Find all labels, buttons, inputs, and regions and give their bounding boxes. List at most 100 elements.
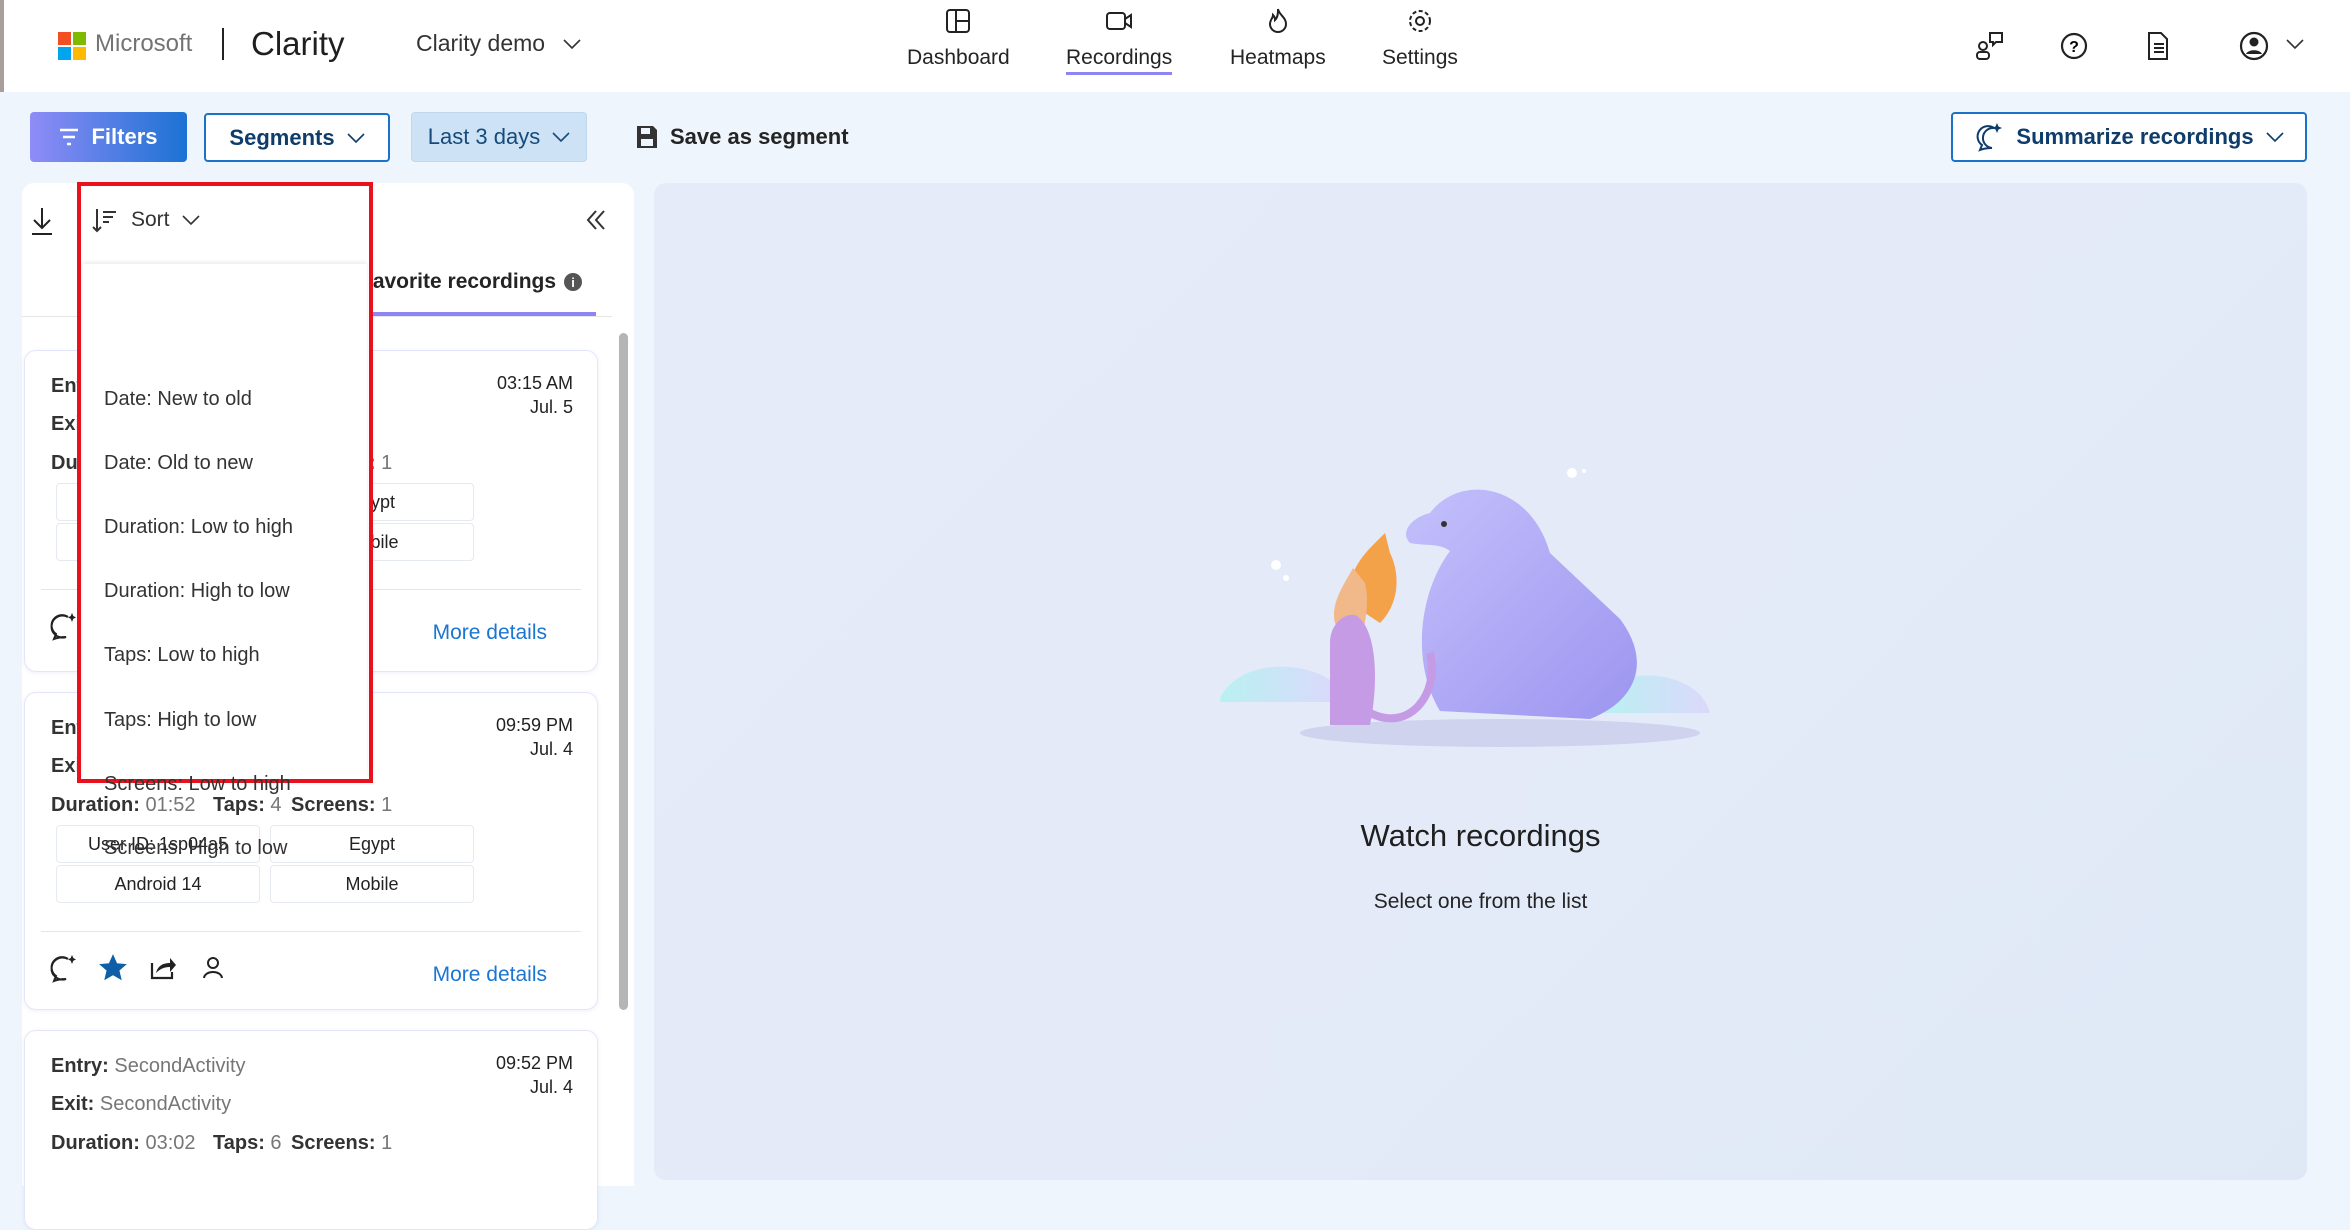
flame-icon xyxy=(1268,8,1287,33)
exit-value: SecondActivity xyxy=(99,1093,232,1115)
label: Entry: xyxy=(51,1055,109,1077)
nav-dashboard[interactable]: Dashboard xyxy=(907,6,1010,70)
label: Duration: xyxy=(51,1132,140,1154)
player-area xyxy=(654,183,2307,1180)
exit-line: Exit: SecondActivity xyxy=(51,1093,231,1116)
scrollbar[interactable] xyxy=(619,333,628,1010)
time: 09:59 PM xyxy=(495,715,573,735)
label: Taps: xyxy=(213,1132,265,1154)
recording-tag: Mobile xyxy=(270,865,474,903)
nav-label: Dashboard xyxy=(907,46,1010,69)
taps-line: Taps: 6 xyxy=(213,1132,282,1155)
date-range-label: Last 3 days xyxy=(427,124,541,149)
share-icon[interactable] xyxy=(148,953,178,983)
taps-value: 6 xyxy=(270,1132,282,1154)
duration-line: Duration: 01:52 xyxy=(51,794,196,817)
summarize-recordings-button[interactable]: Summarize recordings xyxy=(1951,112,2307,162)
recording-time: 03:15 AM Jul. 5 xyxy=(497,371,573,419)
empty-state-subtitle: Select one from the list xyxy=(1373,890,1588,913)
recording-card[interactable]: 09:52 PM Jul. 4 Entry: SecondActivity Exi… xyxy=(24,1030,598,1230)
chevron-down-icon xyxy=(347,132,365,143)
divider xyxy=(41,931,581,932)
label: Duration: xyxy=(51,794,140,816)
nav-settings[interactable]: Settings xyxy=(1382,6,1458,70)
entry-line: Entry: SecondActivity xyxy=(51,1055,246,1078)
nav-label: Recordings xyxy=(1066,46,1173,75)
sort-option[interactable]: Duration: High to low xyxy=(104,580,290,603)
date-range-dropdown[interactable]: Last 3 days xyxy=(411,112,587,162)
recording-time: 09:52 PM Jul. 4 xyxy=(496,1051,573,1099)
screens-value: 1 xyxy=(381,794,393,816)
screens-line: Screens: 1 xyxy=(291,794,392,817)
sort-label: Sort xyxy=(131,208,170,231)
chevron-down-icon xyxy=(552,132,570,143)
filters-label: Filters xyxy=(91,124,158,149)
segments-dropdown[interactable]: Segments xyxy=(204,113,390,162)
project-selector[interactable]: Clarity demo xyxy=(416,30,581,57)
chevron-down-icon xyxy=(181,215,200,226)
ai-summary-icon[interactable] xyxy=(48,953,78,983)
collapse-panel-icon[interactable] xyxy=(584,208,608,232)
screens-value: 1 xyxy=(381,1132,393,1154)
sort-option[interactable]: Taps: Low to high xyxy=(104,644,260,667)
sort-option[interactable]: Date: Old to new xyxy=(104,452,253,475)
dashboard-icon xyxy=(946,9,971,33)
filters-button[interactable]: Filters xyxy=(30,112,187,162)
label: Screens: xyxy=(291,1132,376,1154)
screens-line: Screens: 1 xyxy=(291,1132,392,1155)
ai-chat-sparkle-icon xyxy=(1977,123,2003,152)
sort-icon xyxy=(92,209,116,233)
tab-favorite-recordings[interactable]: Favorite recordings i xyxy=(360,270,583,294)
taps-value: 4 xyxy=(270,794,282,816)
date: Jul. 5 xyxy=(529,397,573,417)
sort-option[interactable]: Screens: Low to high xyxy=(104,773,291,796)
help-icon[interactable]: ? xyxy=(2058,30,2090,62)
duration-value: 01:52 xyxy=(145,794,196,816)
date: Jul. 4 xyxy=(529,739,573,759)
sort-option[interactable]: Date: New to old xyxy=(104,388,252,411)
nav-heatmaps[interactable]: Heatmaps xyxy=(1230,6,1326,70)
sort-menu: Date: New to old Date: Old to new Duration… xyxy=(83,264,367,859)
date: Jul. 4 xyxy=(529,1077,573,1097)
product-name[interactable]: Clarity xyxy=(251,25,345,63)
sort-option[interactable]: Screens: High to low xyxy=(104,837,287,860)
sort-dropdown: Sort Date: New to old Date: Old to new Dur… xyxy=(77,182,373,859)
microsoft-logo-icon xyxy=(58,32,86,60)
empty-state-title: Watch recordings xyxy=(1360,818,1601,853)
more-details-link[interactable]: More details xyxy=(433,963,547,987)
duration-value: 03:02 xyxy=(145,1132,196,1154)
chevron-down-icon[interactable] xyxy=(2286,38,2304,50)
screens-value: 1 xyxy=(381,452,393,474)
taps-line: Taps: 4 xyxy=(213,794,282,817)
nav-recordings[interactable]: Recordings xyxy=(1066,6,1173,75)
sort-option[interactable]: Taps: High to low xyxy=(104,709,256,732)
more-details-link[interactable]: More details xyxy=(433,621,547,645)
brand-name: Microsoft xyxy=(95,30,193,57)
save-as-segment-button[interactable]: Save as segment xyxy=(636,112,849,162)
user-icon[interactable] xyxy=(198,953,228,983)
document-list-icon[interactable] xyxy=(2142,30,2174,62)
filter-icon xyxy=(60,128,79,146)
account-icon[interactable] xyxy=(2238,30,2270,62)
svg-text:?: ? xyxy=(2069,39,2079,56)
sort-option[interactable]: Duration: Low to high xyxy=(104,516,293,539)
label: Exit: xyxy=(51,1093,95,1115)
people-chat-icon[interactable] xyxy=(1974,30,2006,62)
info-icon[interactable]: i xyxy=(564,273,583,291)
nav-label: Settings xyxy=(1382,46,1458,69)
summarize-label: Summarize recordings xyxy=(2016,124,2254,149)
save-icon xyxy=(637,126,657,148)
project-name: Clarity demo xyxy=(416,30,546,56)
label: Taps: xyxy=(213,794,265,816)
time: 09:52 PM xyxy=(495,1053,573,1073)
ai-summary-icon[interactable] xyxy=(48,611,78,641)
recording-time: 09:59 PM Jul. 4 xyxy=(496,713,573,761)
save-segment-label: Save as segment xyxy=(670,124,849,149)
favorite-star-icon[interactable] xyxy=(98,953,128,983)
sort-button[interactable]: Sort xyxy=(91,206,200,234)
segments-label: Segments xyxy=(229,124,335,150)
gear-icon xyxy=(1408,10,1431,32)
download-icon[interactable] xyxy=(30,206,54,236)
entry-value: SecondActivity xyxy=(114,1055,246,1077)
duration-line: Duration: 03:02 xyxy=(51,1132,196,1155)
